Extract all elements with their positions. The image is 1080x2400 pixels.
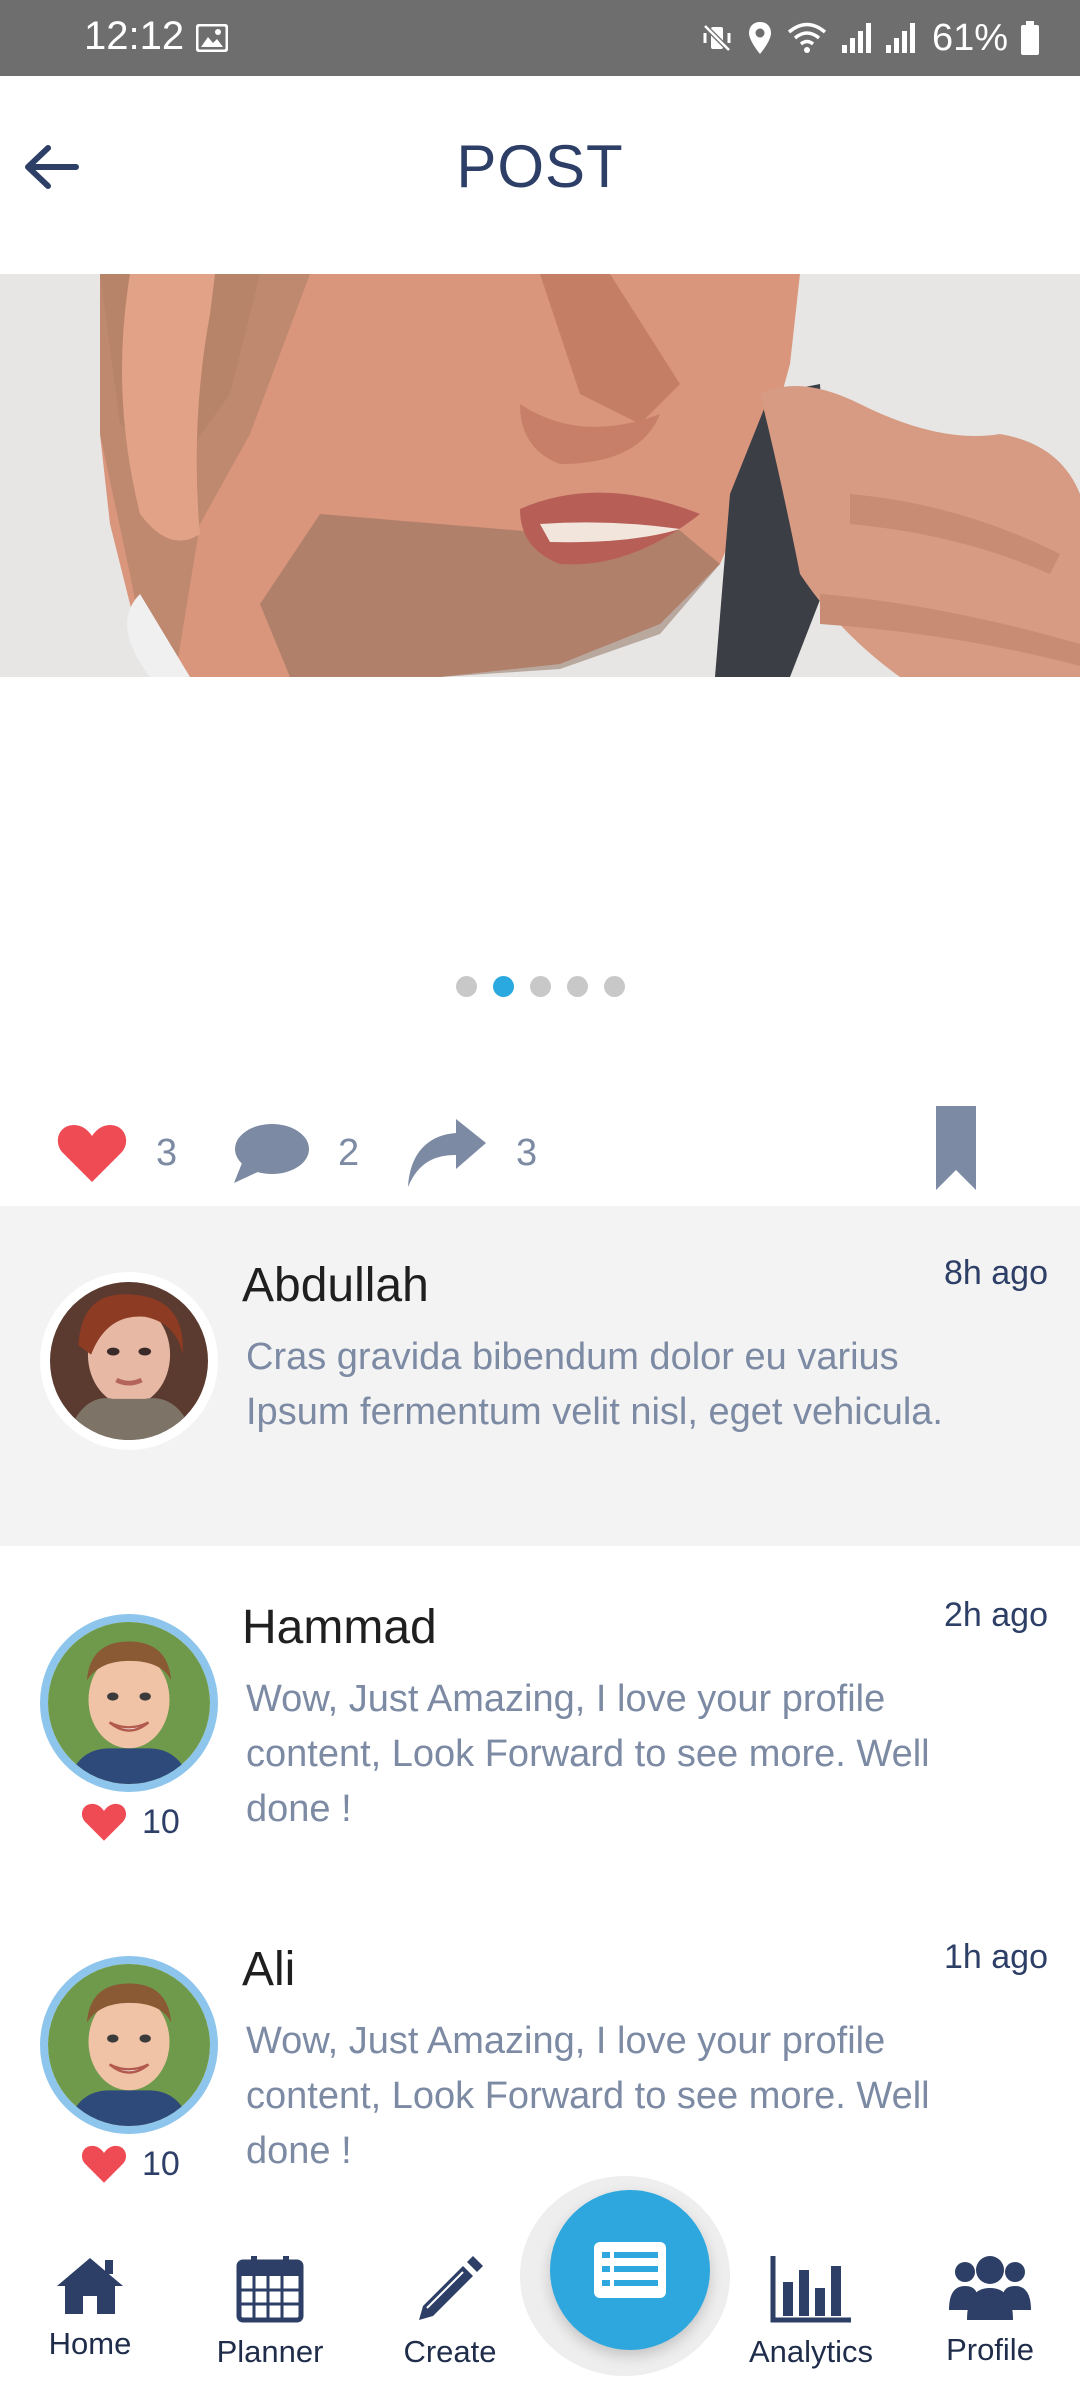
group-icon	[949, 2256, 1031, 2320]
signal-icon-2	[885, 23, 915, 53]
nav-create-label: Create	[403, 2334, 497, 2369]
mute-vibrate-icon	[703, 24, 731, 52]
app-header: POST	[0, 76, 1080, 274]
bar-chart-icon	[770, 2256, 851, 2323]
image-notification-icon	[196, 24, 228, 52]
nav-home-label: Home	[48, 2326, 132, 2361]
nav-profile[interactable]: Profile	[910, 2254, 1070, 2368]
comment-author: Abdullah	[242, 1259, 429, 1312]
comment-text: Wow, Just Amazing, I love your profile c…	[246, 2020, 930, 2172]
post-actions: 3 2 3	[0, 1100, 1080, 1206]
avatar-photo	[50, 1282, 208, 1440]
comment-author: Ali	[242, 1943, 296, 1996]
heart-icon	[81, 1803, 127, 1841]
status-time: 12:12	[84, 14, 185, 58]
comment-like-button[interactable]: 10	[80, 1802, 180, 1842]
like-count: 3	[156, 1131, 178, 1174]
nav-profile-label: Profile	[946, 2332, 1034, 2367]
share-button[interactable]: 3	[406, 1100, 537, 1206]
carousel-indicator	[0, 976, 1080, 997]
page-title: POST	[456, 133, 624, 200]
post-image[interactable]	[0, 274, 1080, 677]
carousel-dot[interactable]	[455, 976, 477, 997]
battery-percentage: 61%	[931, 16, 1008, 59]
comment-count: 2	[338, 1131, 360, 1174]
comment-time: 1h ago	[944, 1938, 1048, 1976]
heart-icon	[81, 2145, 127, 2183]
avatar-photo	[48, 1622, 210, 1784]
bookmark-button[interactable]	[936, 1106, 976, 1195]
comment-author: Hammad	[242, 1601, 437, 1654]
comment-item[interactable]: Abdullah 8h ago Cras gravida bibendum do…	[0, 1206, 1080, 1546]
bookmark-icon	[936, 1106, 976, 1190]
nav-planner[interactable]: Planner	[190, 2254, 350, 2370]
comment-button[interactable]: 2	[232, 1100, 359, 1206]
speech-bubble-icon	[234, 1124, 309, 1183]
avatar-photo	[48, 1964, 210, 2126]
comment-time: 2h ago	[944, 1596, 1048, 1634]
heart-icon	[57, 1125, 127, 1182]
comment-time: 8h ago	[944, 1254, 1048, 1292]
status-icons: 61%	[700, 16, 1040, 60]
nav-planner-label: Planner	[216, 2334, 324, 2369]
carousel-dot[interactable]	[529, 976, 551, 997]
calendar-icon	[236, 2256, 304, 2323]
nav-create[interactable]: Create	[370, 2254, 530, 2370]
home-icon	[57, 2258, 123, 2314]
comment-like-count: 10	[142, 2144, 180, 2183]
avatar[interactable]	[40, 1272, 218, 1450]
feed-fab-button[interactable]	[550, 2190, 710, 2350]
status-bar: 12:12 61%	[0, 0, 1080, 76]
battery-icon	[1021, 21, 1039, 55]
comment-like-count: 10	[142, 1802, 180, 1841]
article-list-icon	[594, 2242, 666, 2298]
pencil-icon	[419, 2256, 483, 2320]
wifi-icon	[787, 22, 827, 53]
nav-analytics-label: Analytics	[748, 2334, 874, 2369]
location-icon	[748, 22, 771, 54]
share-count: 3	[516, 1131, 538, 1174]
signal-icon	[841, 23, 871, 53]
carousel-dot[interactable]	[566, 976, 588, 997]
avatar[interactable]	[40, 1956, 218, 2134]
post-photo	[0, 274, 1080, 677]
comment-like-button[interactable]: 10	[80, 2144, 180, 2184]
carousel-dot-active[interactable]	[492, 976, 514, 997]
comment-text: Wow, Just Amazing, I love your profile c…	[246, 1678, 930, 1830]
comment-text: Cras gravida bibendum dolor eu varius Ip…	[246, 1336, 943, 1433]
nav-home[interactable]: Home	[10, 2254, 170, 2362]
carousel-dot[interactable]	[603, 976, 625, 997]
avatar[interactable]	[40, 1614, 218, 1792]
like-button[interactable]: 3	[56, 1100, 177, 1206]
nav-analytics[interactable]: Analytics	[731, 2254, 891, 2370]
comment-item[interactable]: 10 Ali 1h ago Wow, Just Amazing, I love …	[0, 1886, 1080, 2224]
comment-item[interactable]: 10 Hammad 2h ago Wow, Just Amazing, I lo…	[0, 1546, 1080, 1886]
share-arrow-icon	[408, 1119, 486, 1187]
